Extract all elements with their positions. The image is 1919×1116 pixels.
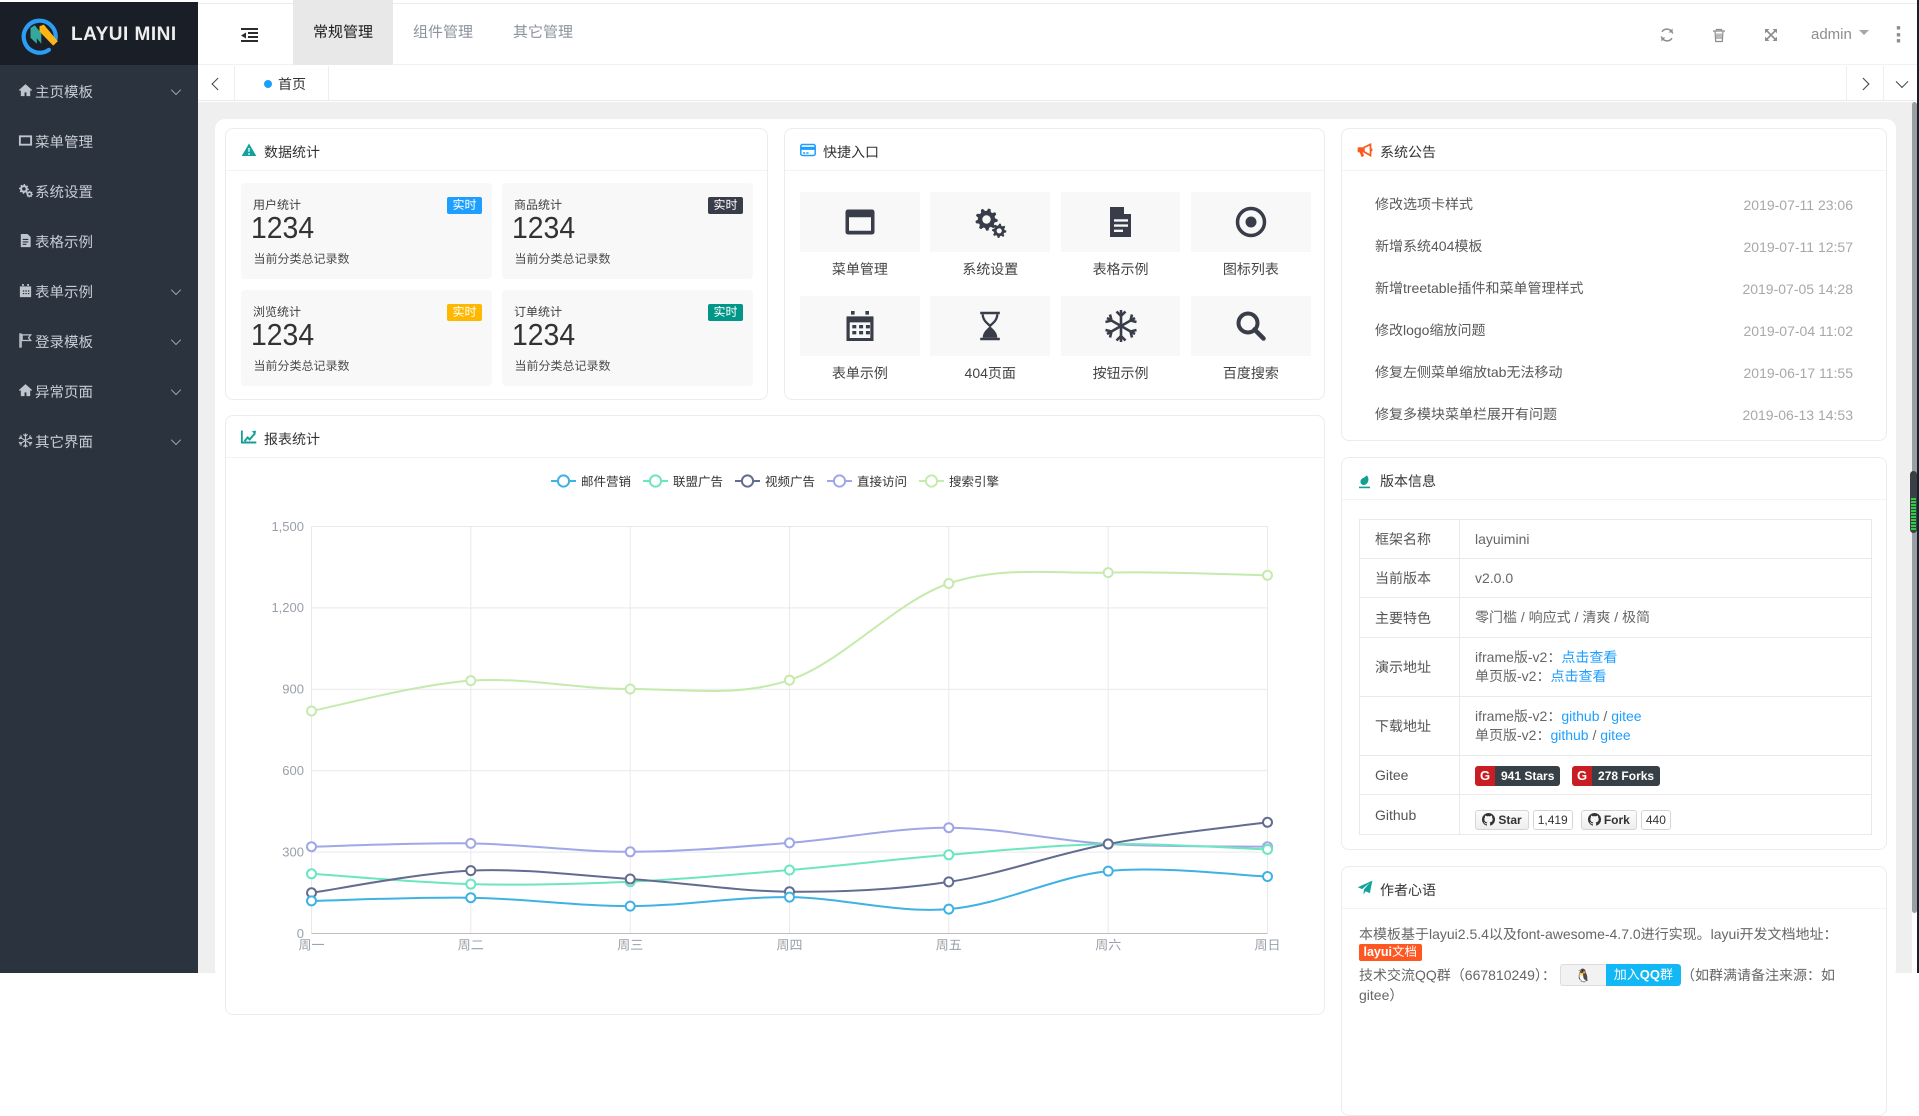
svg-text:1,500: 1,500 <box>271 519 304 534</box>
svg-text:周二: 周二 <box>458 938 484 953</box>
svg-text:周六: 周六 <box>1095 938 1121 953</box>
svg-text:1,200: 1,200 <box>271 600 304 615</box>
svg-text:300: 300 <box>282 844 304 859</box>
svg-text:周四: 周四 <box>776 938 802 953</box>
svg-text:周一: 周一 <box>298 938 324 953</box>
svg-text:900: 900 <box>282 682 304 697</box>
svg-text:周三: 周三 <box>617 938 643 953</box>
svg-text:周日: 周日 <box>1254 938 1280 953</box>
svg-text:600: 600 <box>282 763 304 778</box>
svg-text:周五: 周五 <box>936 938 962 953</box>
